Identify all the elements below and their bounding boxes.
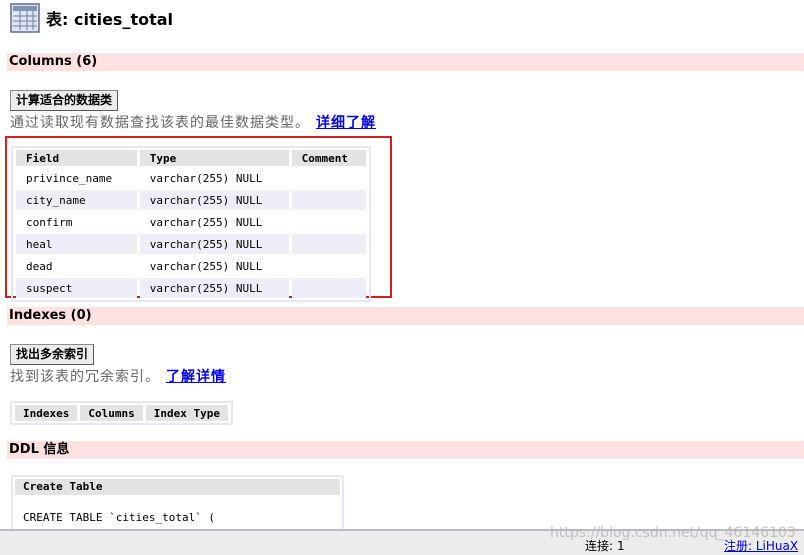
- header-type: Type: [139, 150, 289, 166]
- columns-hint-text: 通过读取现有数据查找该表的最佳数据类型。: [10, 115, 310, 131]
- find-redundant-indexes-button[interactable]: 找出多余索引: [10, 344, 95, 365]
- columns-learn-more-link[interactable]: 详细了解: [316, 115, 376, 131]
- type-cell: varchar(255) NULL: [149, 259, 263, 273]
- type-cell: varchar(255) NULL: [149, 215, 263, 229]
- field-cell: suspect: [16, 278, 137, 298]
- columns-section-heading: Columns (6): [7, 53, 804, 71]
- comment-cell: [291, 190, 366, 210]
- ddl-box: Create Table CREATE TABLE `cities_total`…: [11, 475, 344, 535]
- table-row: dead varchar(255) NULL: [16, 256, 366, 276]
- table-row: confirm varchar(255) NULL: [16, 212, 366, 232]
- compute-datatype-button[interactable]: 计算适合的数据类: [10, 90, 119, 111]
- indexes-section-heading: Indexes (0): [7, 307, 804, 325]
- comment-cell: [292, 256, 366, 276]
- field-cell: dead: [26, 259, 53, 273]
- header-field: Field: [16, 150, 137, 166]
- type-cell: varchar(255) NULL: [139, 278, 289, 298]
- comment-cell: [292, 168, 366, 188]
- field-cell: city_name: [16, 190, 137, 210]
- indexes-hint: 找到该表的冗余索引。 了解详情: [10, 366, 226, 386]
- ddl-code: CREATE TABLE `cities_total` (: [23, 511, 216, 524]
- header-comment: Comment: [291, 150, 366, 166]
- type-cell: varchar(255) NULL: [139, 234, 289, 254]
- connection-value: 1: [617, 539, 625, 553]
- field-cell: heal: [16, 234, 137, 254]
- comment-cell: [292, 212, 366, 232]
- header-columns: Columns: [80, 405, 143, 421]
- type-cell: varchar(255) NULL: [139, 190, 289, 210]
- watermark: https://blog.csdn.net/qq_46146103: [550, 525, 796, 541]
- header-indexes: Indexes: [15, 405, 78, 421]
- indexes-hint-text: 找到该表的冗余索引。: [10, 369, 160, 385]
- columns-table: Field Type Comment privince_name varchar…: [11, 146, 371, 302]
- columns-hint: 通过读取现有数据查找该表的最佳数据类型。 详细了解: [10, 112, 376, 132]
- title-row: 表: cities_total: [10, 2, 173, 34]
- ddl-section-heading: DDL 信息: [7, 441, 804, 459]
- table-row: suspect varchar(255) NULL: [16, 278, 366, 298]
- table-row: heal varchar(255) NULL: [16, 234, 366, 254]
- ddl-box-header: Create Table: [15, 479, 340, 495]
- field-cell: confirm: [26, 215, 73, 229]
- page-title: 表: cities_total: [46, 10, 174, 29]
- field-cell: privince_name: [26, 171, 113, 185]
- indexes-table: Indexes Columns Index Type: [10, 401, 233, 425]
- table-row: privince_name varchar(255) NULL: [16, 168, 366, 188]
- indexes-learn-more-link[interactable]: 了解详情: [166, 369, 226, 385]
- table-row: city_name varchar(255) NULL: [16, 190, 366, 210]
- comment-cell: [291, 278, 366, 298]
- comment-cell: [291, 234, 366, 254]
- table-grid-icon: [10, 3, 40, 33]
- header-index-type: Index Type: [145, 405, 228, 421]
- connection-label: 连接:: [585, 539, 614, 553]
- type-cell: varchar(255) NULL: [149, 171, 263, 185]
